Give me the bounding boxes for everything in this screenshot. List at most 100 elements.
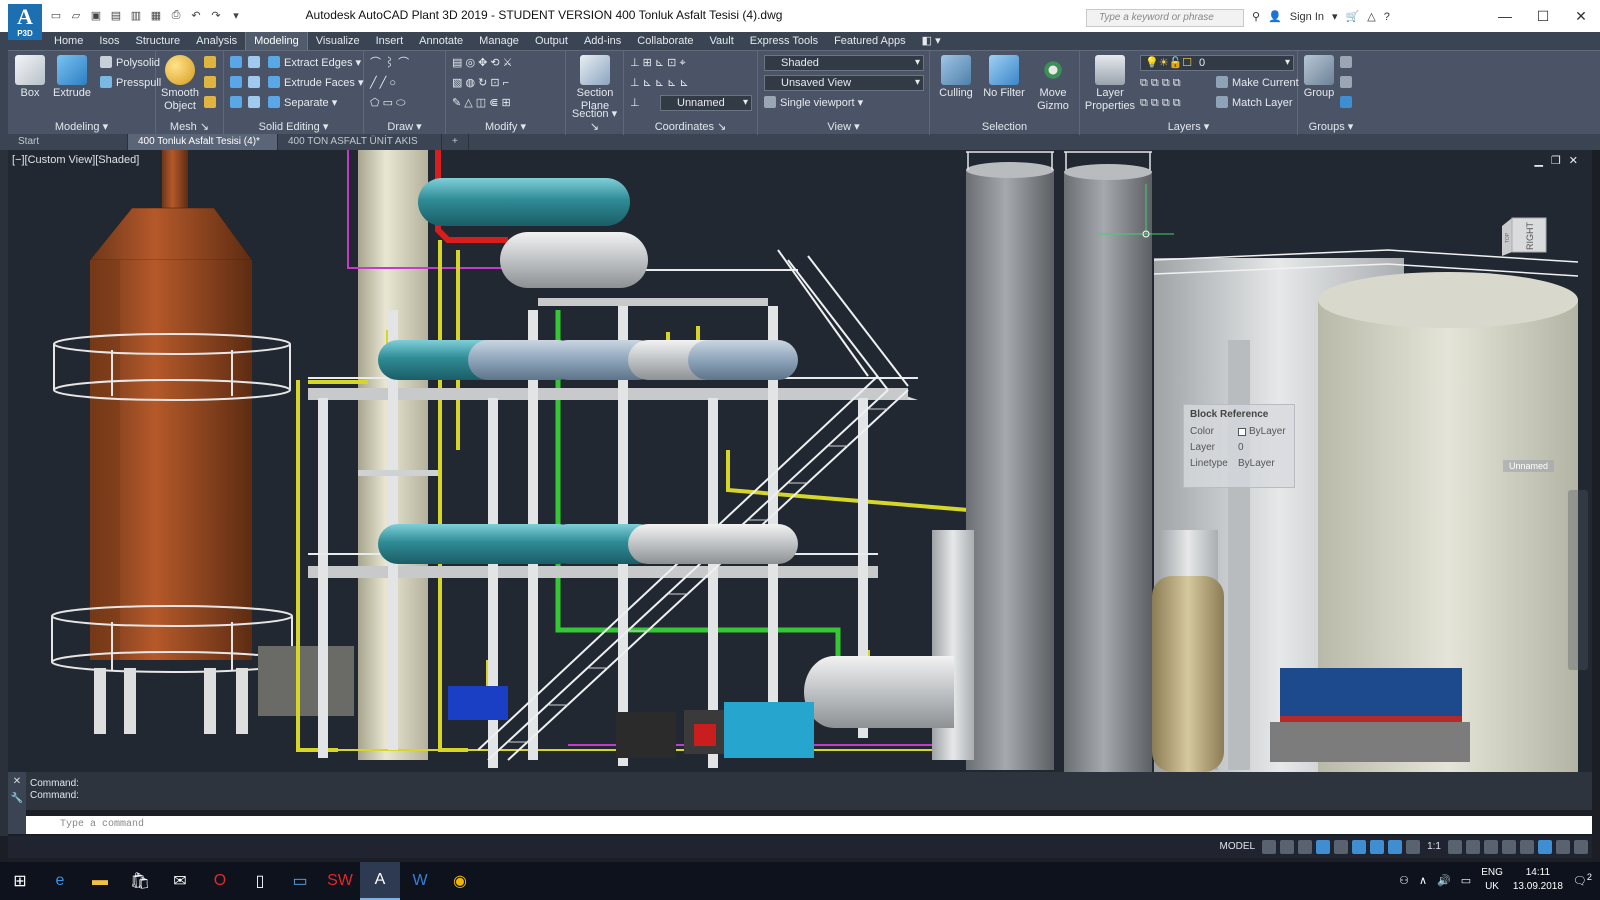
- extrude-faces-button[interactable]: Extrude Faces ▾: [268, 75, 364, 91]
- chrome-icon[interactable]: ◉: [440, 862, 480, 900]
- close-icon[interactable]: ✕: [1562, 0, 1600, 32]
- slice-icon[interactable]: [248, 55, 264, 71]
- panel-label-layers[interactable]: Layers ▾: [1080, 120, 1297, 133]
- group-select-icon[interactable]: [1340, 95, 1356, 111]
- tab-add-ins[interactable]: Add-ins: [576, 32, 629, 50]
- minimize-icon[interactable]: —: [1486, 0, 1524, 32]
- doc-tab-flow[interactable]: 400 TON ASFALT ÜNİT AKIS -1* ✕: [278, 134, 442, 163]
- lock-ui-icon[interactable]: [1520, 840, 1534, 854]
- customization-menu-icon[interactable]: [1574, 840, 1588, 854]
- app-menu-button[interactable]: A P3D: [8, 4, 42, 40]
- polygon-icon[interactable]: ⬠ ▭ ⬭: [370, 95, 405, 111]
- ucs-icon[interactable]: ⊥ ⊞ ⊾ ⊡ ⌖: [630, 55, 686, 71]
- move-icon[interactable]: ▤ ◎ ✥ ⟲ ⚔: [452, 55, 513, 71]
- people-icon[interactable]: ⚇: [1399, 874, 1409, 887]
- tab-express-tools[interactable]: Express Tools: [742, 32, 826, 50]
- named-view-combo[interactable]: Unsaved View: [764, 75, 924, 91]
- store-icon[interactable]: 🛍: [120, 862, 160, 900]
- customize-command-icon[interactable]: 🔧: [8, 793, 26, 804]
- model-viewport[interactable]: [−][Custom View][Shaded] ▁ ❐ ✕ RIGHT TOP…: [8, 150, 1592, 772]
- wcs-menu-badge[interactable]: Unnamed: [1503, 460, 1555, 472]
- group-edit-icon[interactable]: [1340, 75, 1356, 91]
- tab-structure[interactable]: Structure: [128, 32, 189, 50]
- viewport-config-button[interactable]: Single viewport ▾: [764, 95, 863, 111]
- tab-output[interactable]: Output: [527, 32, 576, 50]
- isodraft-icon[interactable]: [1334, 840, 1349, 854]
- tab-analysis[interactable]: Analysis: [188, 32, 245, 50]
- annotation-visibility-icon[interactable]: [1388, 840, 1403, 854]
- help-search-input[interactable]: Type a keyword or phrase: [1086, 9, 1244, 27]
- viewport-controls-label[interactable]: [−][Custom View][Shaded]: [12, 154, 139, 166]
- tab-vault[interactable]: Vault: [702, 32, 742, 50]
- match-layer-button[interactable]: Match Layer: [1216, 95, 1293, 111]
- mesh-smooth-more-icon[interactable]: [204, 55, 220, 71]
- line-icon[interactable]: ╱ ╱ ○: [370, 75, 396, 91]
- snap-3d-icon[interactable]: [1370, 840, 1385, 854]
- subtract-icon[interactable]: [230, 75, 246, 91]
- panel-label-solid-editing[interactable]: Solid Editing ▾: [224, 120, 363, 133]
- word-icon[interactable]: W: [400, 862, 440, 900]
- edge-icon[interactable]: e: [40, 862, 80, 900]
- windows-start-icon[interactable]: ⊞: [0, 862, 40, 900]
- section-plane-button[interactable]: Section Plane: [572, 55, 618, 113]
- mesh-refine-icon[interactable]: [204, 95, 220, 111]
- layer-properties-button[interactable]: Layer Properties: [1084, 55, 1136, 113]
- ucs-combo[interactable]: Unnamed: [660, 95, 752, 111]
- clean-screen-icon[interactable]: [1556, 840, 1570, 854]
- panel-label-modeling[interactable]: Modeling ▾: [8, 120, 155, 133]
- mail-icon[interactable]: ✉: [160, 862, 200, 900]
- separate-button[interactable]: Separate ▾: [268, 95, 337, 111]
- tab-featured-apps[interactable]: Featured Apps: [826, 32, 914, 50]
- doc-tab-start[interactable]: Start: [8, 134, 128, 150]
- layer-tools-row1[interactable]: ⧉ ⧉ ⧉ ⧉: [1140, 75, 1181, 91]
- smooth-object-button[interactable]: Smooth Object: [160, 55, 200, 113]
- tab-collaborate[interactable]: Collaborate: [629, 32, 701, 50]
- viewcube[interactable]: RIGHT TOP: [1498, 216, 1550, 258]
- union-icon[interactable]: [230, 55, 246, 71]
- command-input[interactable]: Type a command: [26, 816, 1592, 834]
- grid-icon[interactable]: [1262, 840, 1277, 854]
- extrude-button[interactable]: Extrude: [52, 55, 92, 100]
- polyline-icon[interactable]: ⌒ ⌇ ⌒: [370, 55, 409, 71]
- screen-icon[interactable]: ▭: [280, 862, 320, 900]
- thicken-icon[interactable]: [248, 95, 264, 111]
- cart-icon[interactable]: 🛒: [1346, 10, 1360, 23]
- erase-icon[interactable]: ✎ △ ◫ ⋐ ⊞: [452, 95, 511, 111]
- ribbon-options-icon[interactable]: ◧ ▾: [914, 32, 949, 50]
- ucs-world-icon[interactable]: ⊥ ⊾ ⊾ ⊾ ⊾: [630, 75, 689, 91]
- volume-icon[interactable]: 🔊: [1437, 874, 1451, 887]
- clock[interactable]: 14:11 13.09.2018: [1513, 866, 1563, 894]
- close-command-icon[interactable]: ✕: [8, 776, 26, 787]
- add-icon[interactable]: [1466, 840, 1480, 854]
- tab-insert[interactable]: Insert: [368, 32, 412, 50]
- panel-label-draw[interactable]: Draw ▾: [364, 120, 445, 133]
- viewport-restore-icon[interactable]: ❐: [1551, 154, 1561, 167]
- culling-button[interactable]: Culling: [934, 55, 978, 100]
- layer-tools-row2[interactable]: ⧉ ⧉ ⧉ ⧉: [1140, 95, 1181, 111]
- rotate-icon[interactable]: ▧ ◍ ↻ ⊡ ⌐: [452, 75, 509, 91]
- annotation-scale-button[interactable]: 1:1: [1424, 839, 1444, 855]
- opera-icon[interactable]: O: [200, 862, 240, 900]
- polar-icon[interactable]: [1316, 840, 1331, 854]
- interfere-icon[interactable]: [248, 75, 264, 91]
- tab-annotate[interactable]: Annotate: [411, 32, 471, 50]
- language-indicator[interactable]: ENG UK: [1481, 866, 1503, 894]
- panel-label-view[interactable]: View ▾: [758, 120, 929, 133]
- chevron-down-icon[interactable]: ▾: [1332, 10, 1338, 23]
- layer-combo[interactable]: 0 💡☀🔓☐: [1140, 55, 1294, 71]
- snap-icon[interactable]: [1280, 840, 1295, 854]
- tab-manage[interactable]: Manage: [471, 32, 527, 50]
- a360-icon[interactable]: △: [1367, 10, 1375, 23]
- model-space-button[interactable]: MODEL: [1217, 839, 1259, 855]
- move-gizmo-button[interactable]: Move Gizmo: [1030, 55, 1076, 113]
- tray-expand-icon[interactable]: ∧: [1419, 874, 1427, 887]
- make-current-button[interactable]: Make Current: [1216, 75, 1299, 91]
- sign-in-link[interactable]: Sign In: [1290, 11, 1324, 23]
- binoculars-icon[interactable]: ⚲: [1252, 10, 1260, 23]
- panel-label-section[interactable]: Section ▾ ↘: [566, 107, 623, 133]
- panel-label-coordinates[interactable]: Coordinates ↘: [624, 120, 757, 133]
- solidworks-icon[interactable]: SW: [320, 862, 360, 900]
- quick-properties-icon[interactable]: [1502, 840, 1516, 854]
- visual-style-combo[interactable]: Shaded: [764, 55, 924, 71]
- file-explorer-icon[interactable]: ▬: [80, 862, 120, 900]
